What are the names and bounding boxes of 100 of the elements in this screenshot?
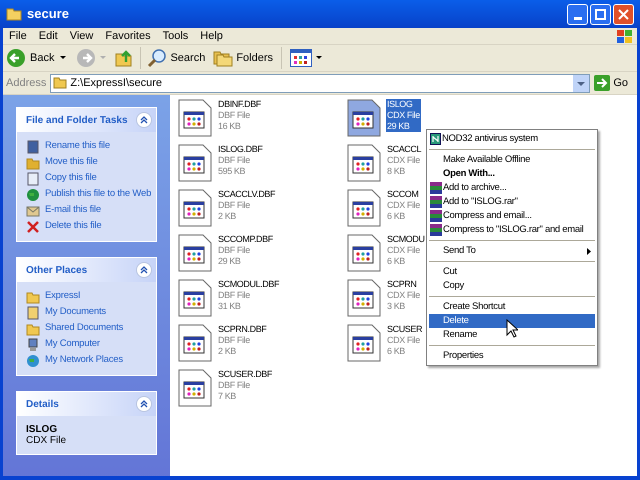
context-menu-item[interactable]: NOD32 antivirus system — [429, 132, 595, 146]
go-button[interactable]: Go — [594, 74, 634, 92]
dropdown-icon[interactable] — [316, 56, 322, 60]
menu-item[interactable]: Tools — [156, 28, 194, 44]
context-menu-item[interactable]: Make Available Offline — [429, 153, 595, 167]
file-type: CDX File — [386, 335, 421, 346]
task-link[interactable]: My Documents — [45, 305, 106, 320]
menu-item[interactable]: File — [3, 28, 33, 44]
address-field[interactable]: Z:\ExpressI\secure — [50, 74, 590, 92]
globe-icon — [26, 354, 40, 368]
file-size: 29 KB — [217, 256, 242, 267]
file-type: CDX File — [386, 155, 421, 166]
file-type: DBF File — [217, 290, 251, 301]
context-menu-item[interactable]: Add to "ISLOG.rar" — [429, 195, 595, 209]
file-name[interactable]: SCPRN.DBF — [217, 324, 268, 335]
file-name[interactable]: SCCOM — [386, 189, 421, 200]
context-menu-item[interactable]: Compress and email... — [429, 209, 595, 223]
menu-item[interactable]: Favorites — [99, 28, 157, 44]
folder-icon — [6, 7, 22, 21]
document-icon — [178, 144, 212, 182]
close-button[interactable] — [613, 4, 634, 24]
task-link[interactable]: My Computer — [45, 337, 100, 352]
document-icon — [26, 140, 40, 154]
menu-item[interactable]: Edit — [32, 28, 64, 44]
context-menu-item[interactable]: Properties — [429, 349, 595, 363]
file-name[interactable]: SCMODUL.DBF — [217, 279, 280, 290]
delete-icon — [26, 220, 40, 234]
task-link[interactable]: ExpressI — [45, 289, 80, 304]
file-size: 2 KB — [217, 211, 237, 222]
books-icon — [430, 224, 442, 236]
file-size: 6 KB — [386, 211, 406, 222]
file-size: 8 KB — [386, 166, 406, 177]
document-icon — [347, 234, 381, 272]
maximize-icon — [595, 8, 606, 20]
context-menu-item[interactable]: Compress to "ISLOG.rar" and email — [429, 223, 595, 237]
context-menu-item[interactable]: Create Shortcut — [429, 300, 595, 314]
file-type: DBF File — [217, 155, 251, 166]
details-name: ISLOG — [26, 424, 58, 435]
document-icon — [178, 234, 212, 272]
task-link[interactable]: Shared Documents — [45, 321, 124, 336]
mouse-pointer-icon — [506, 319, 518, 338]
envelope-icon — [26, 204, 40, 218]
context-menu-item[interactable]: Copy — [429, 279, 595, 293]
document-icon — [178, 369, 212, 407]
collapse-icon[interactable] — [136, 112, 152, 128]
task-link[interactable]: Delete this file — [45, 219, 102, 234]
collapse-icon[interactable] — [136, 262, 152, 278]
task-link[interactable]: My Network Places — [45, 353, 123, 368]
context-menu-item[interactable]: Rename — [429, 328, 595, 342]
task-link[interactable]: E-mail this file — [45, 203, 101, 218]
context-menu-item[interactable]: Cut — [429, 265, 595, 279]
maximize-button[interactable] — [590, 4, 611, 24]
file-size: 29 KB — [386, 121, 421, 132]
file-size: 3 KB — [386, 301, 406, 312]
file-name[interactable]: SCCOMP.DBF — [217, 234, 274, 245]
file-name[interactable]: DBINF.DBF — [217, 99, 262, 110]
file-size: 6 KB — [386, 346, 406, 357]
panel-title: File and Folder Tasks — [26, 114, 128, 128]
search-icon — [147, 48, 168, 68]
views-icon[interactable] — [290, 49, 312, 67]
context-menu-item[interactable]: Add to archive... — [429, 181, 595, 195]
menu-item[interactable]: Help — [194, 28, 229, 44]
minimize-button[interactable] — [567, 4, 588, 24]
context-menu-item[interactable]: Send To — [429, 244, 595, 258]
details-type: CDX File — [26, 435, 68, 446]
folders-button[interactable]: Folders — [213, 49, 274, 67]
file-type: DBF File — [217, 200, 251, 211]
task-link[interactable]: Copy this file — [45, 171, 97, 186]
file-type: DBF File — [217, 335, 251, 346]
menu-item[interactable]: View — [64, 28, 100, 44]
file-name[interactable]: SCACCL — [386, 144, 422, 155]
task-link[interactable]: Rename this file — [45, 139, 110, 154]
file-name[interactable]: SCUSER — [386, 324, 424, 335]
back-button[interactable]: Back — [6, 48, 56, 68]
task-link[interactable]: Publish this file to the Web — [45, 187, 152, 202]
file-type: DBF File — [217, 245, 251, 256]
document-icon — [178, 189, 212, 227]
folder-icon — [53, 77, 68, 89]
collapse-icon[interactable] — [136, 396, 152, 412]
books-icon — [430, 196, 442, 208]
file-size: 6 KB — [386, 256, 406, 267]
context-menu-item[interactable]: Delete — [429, 314, 595, 328]
file-type: CDX File — [386, 290, 421, 301]
window-title: secure — [27, 5, 69, 24]
search-button[interactable]: Search — [147, 48, 206, 68]
document-icon — [26, 172, 40, 186]
folder-icon — [26, 290, 40, 304]
file-name[interactable]: SCACCLV.DBF — [217, 189, 276, 200]
context-menu-item[interactable]: Open With... — [429, 167, 595, 181]
dropdown-icon[interactable] — [60, 56, 66, 60]
up-folder-icon[interactable] — [114, 48, 134, 68]
task-link[interactable]: Move this file — [45, 155, 98, 170]
file-name[interactable]: ISLOG.DBF — [217, 144, 264, 155]
file-name[interactable]: SCPRN — [386, 279, 421, 290]
file-name[interactable]: SCUSER.DBF — [217, 369, 274, 380]
file-type: DBF File — [217, 110, 251, 121]
file-name[interactable]: SCMODU — [386, 234, 426, 245]
file-name[interactable]: ISLOG — [386, 99, 421, 110]
shield-icon — [430, 133, 441, 145]
file-type: CDX File — [386, 245, 421, 256]
